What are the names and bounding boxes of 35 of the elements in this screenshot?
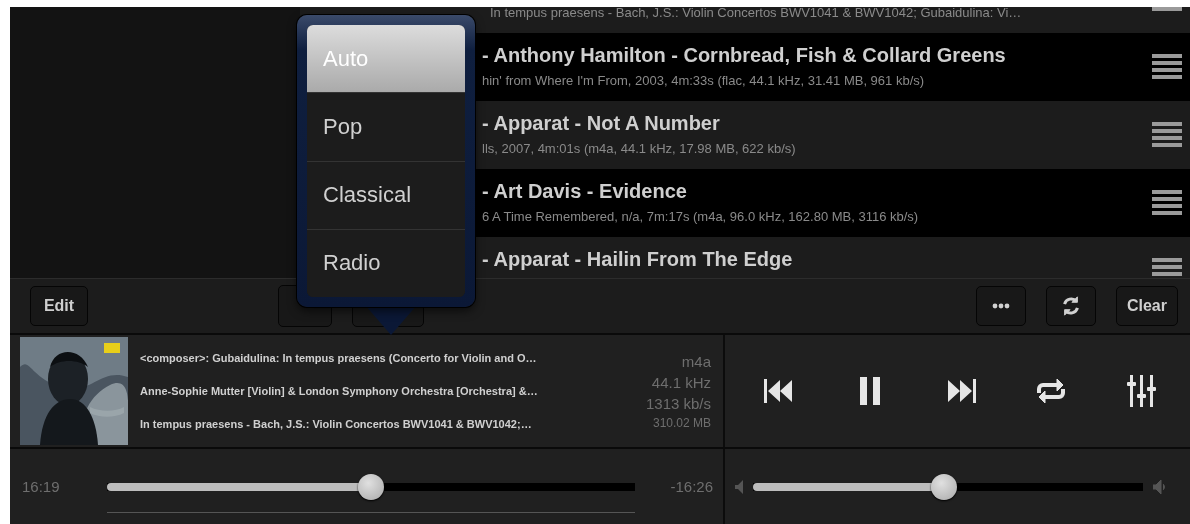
toolbar-button[interactable]: Clear [1115, 286, 1178, 326]
track-details: lls, 2007, 4m:01s (m4a, 44.1 kHz, 17.98 MB, 622 kb/s) [482, 141, 797, 156]
track-info: <composer>: Gubaidulina: In tempus praesens (Concerto for Violin and O… [140, 352, 538, 364]
track-title: - Anthony Hamilton - Cornbread, Fish & Collard Greens [482, 43, 1007, 67]
track-title: - Apparat - Not A Number [482, 111, 721, 135]
drag-handle-icon[interactable] [1152, 54, 1182, 80]
toolbar-button[interactable]: Edit [30, 286, 88, 326]
volume-thumb[interactable] [931, 473, 958, 500]
next-icon [948, 379, 977, 403]
elapsed-time: 16:19 [22, 478, 61, 495]
drag-handle-icon[interactable] [1152, 190, 1182, 216]
speaker-loud-icon [1153, 479, 1167, 494]
track-details: In tempus praesens - Bach, J.S.: Violin Concertos BWV1041 & BWV1042; Gubaidulina: Vi… [490, 7, 1023, 20]
pause-icon [860, 377, 881, 405]
format-info: m4a [681, 352, 711, 370]
refresh-button[interactable] [1045, 286, 1096, 326]
speaker-quiet-icon [735, 479, 743, 494]
format-info: 310.02 MB [652, 415, 711, 430]
track-info: Anne-Sophie Mutter [Violin] & London Symphony Orchestra [Orchestra] &… [140, 385, 539, 397]
remaining-time: -16:26 [669, 478, 713, 495]
previous-icon [764, 379, 793, 403]
more-icon [991, 303, 1010, 309]
more-button[interactable] [975, 286, 1026, 326]
drag-handle-icon[interactable] [1152, 258, 1182, 278]
drag-handle-icon[interactable] [1152, 122, 1182, 148]
repeat-icon [1036, 378, 1065, 404]
track-title: - Apparat - Hailin From The Edge [482, 247, 794, 271]
track-details: 6 A Time Remembered, n/a, 7m:17s (m4a, 96.0 kHz, 162.80 MB, 3116 kb/s) [482, 209, 920, 224]
format-info: 1313 kb/s [645, 394, 711, 412]
track-info: In tempus praesens - Bach, J.S.: Violin Concertos BWV1041 & BWV1042;… [140, 418, 533, 430]
equalizer-icon [1126, 375, 1156, 407]
track-title: - Art Davis - Evidence [482, 179, 688, 203]
progress-thumb[interactable] [358, 473, 384, 500]
format-info: 44.1 kHz [651, 373, 711, 391]
track-details: hin' from Where I'm From, 2003, 4m:33s (flac, 44.1 kHz, 31.41 MB, 961 kb/s) [482, 73, 926, 88]
